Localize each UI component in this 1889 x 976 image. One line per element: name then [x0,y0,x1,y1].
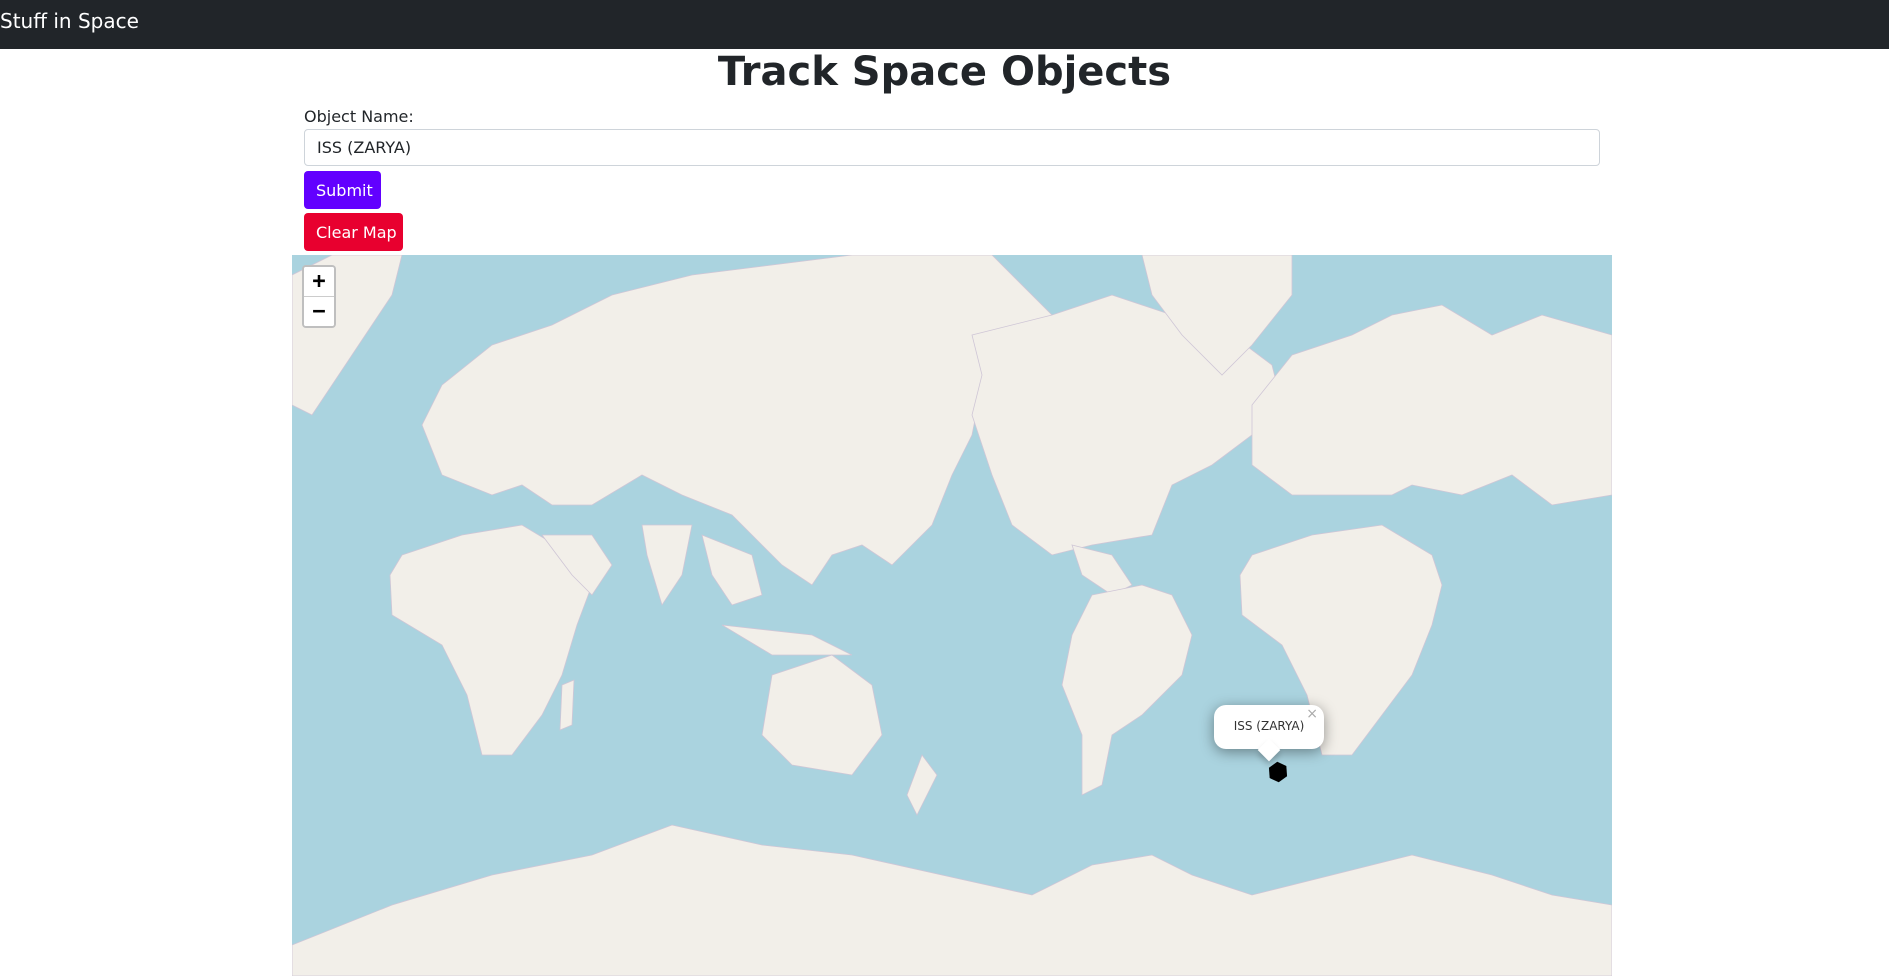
zoom-control: + − [302,265,336,328]
object-name-label: Object Name: [304,107,414,126]
zoom-in-button[interactable]: + [304,267,334,296]
object-popup: ISS (ZARYA) × [1214,705,1324,762]
popup-close-button[interactable]: × [1306,706,1318,722]
object-name-input[interactable] [304,129,1600,166]
page-title: Track Space Objects [717,49,1172,95]
satellite-hexagon-icon[interactable] [1267,761,1289,783]
zoom-out-button[interactable]: − [304,296,334,326]
world-map[interactable]: + − ISS (ZARYA) × [292,255,1612,976]
map-tiles [292,255,1612,976]
navbar: Stuff in Space [0,0,1889,49]
brand-link[interactable]: Stuff in Space [0,9,139,33]
submit-button[interactable]: Submit [304,171,381,209]
clear-map-button[interactable]: Clear Map [304,213,403,251]
